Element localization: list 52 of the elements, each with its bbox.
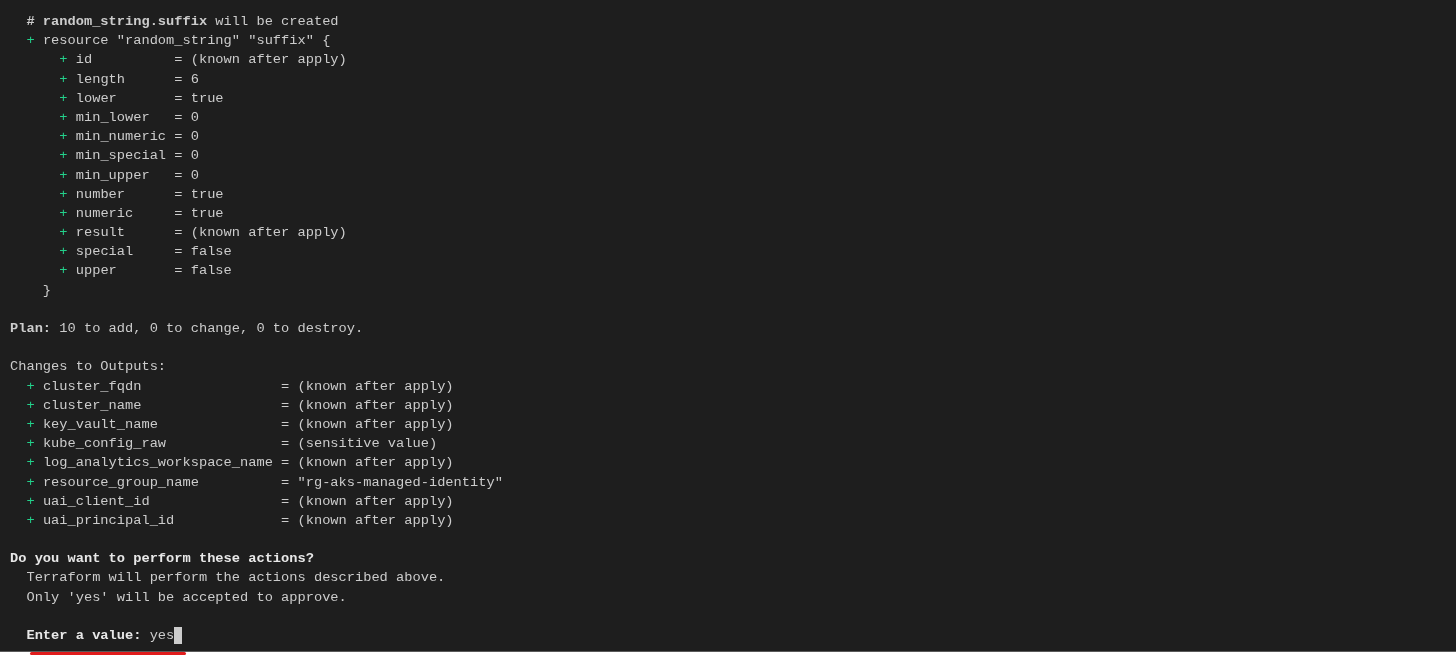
plus-marker: +: [59, 129, 68, 145]
prompt-label: Enter a value:: [26, 628, 142, 643]
plus-marker: +: [59, 52, 68, 68]
terminal-line: Only 'yes' will be accepted to approve.: [25, 589, 347, 605]
terminal-line: kube_config_raw = (sensitive value): [42, 436, 438, 452]
plus-marker: +: [26, 436, 35, 452]
terminal-line: special = false: [75, 244, 232, 260]
input-value[interactable]: yes: [149, 628, 175, 643]
terminal-line: uai_principal_id = (known after apply): [42, 512, 454, 528]
plus-marker: +: [59, 148, 68, 164]
terminal-line: length = 6: [75, 71, 199, 87]
plus-marker: +: [59, 205, 68, 221]
terminal-line: min_lower = 0: [75, 109, 199, 125]
plus-marker: +: [59, 244, 68, 260]
terminal-line: resource "random_string" "suffix" {: [42, 33, 331, 49]
plus-marker: +: [59, 167, 68, 183]
plus-marker: +: [59, 225, 68, 241]
terminal-line: Plan: 10 to add, 0 to change, 0 to destroy.: [10, 321, 364, 336]
terminal-line: numeric = true: [75, 205, 224, 221]
terminal-line: min_upper = 0: [75, 167, 199, 183]
plus-marker: +: [59, 90, 68, 106]
plus-marker: +: [26, 397, 35, 413]
plus-marker: +: [26, 493, 35, 509]
plus-marker: +: [26, 378, 35, 394]
terminal-line: min_numeric = 0: [75, 129, 199, 145]
text-cursor: [174, 626, 183, 644]
terminal-line: result = (known after apply): [75, 225, 347, 241]
plus-marker: +: [59, 109, 68, 125]
plus-marker: +: [26, 512, 35, 528]
closing-brace: }: [42, 282, 52, 298]
plus-marker: +: [26, 474, 35, 490]
terminal-line: upper = false: [75, 263, 232, 279]
plus-marker: +: [59, 263, 68, 279]
plus-marker: +: [26, 33, 35, 49]
plus-marker: +: [59, 186, 68, 202]
terminal-line: number = true: [75, 186, 224, 202]
terminal-line: Changes to Outputs:: [10, 359, 167, 375]
plus-marker: +: [26, 455, 35, 471]
terminal-line: id = (known after apply): [75, 52, 347, 68]
terminal-line: min_special = 0: [75, 148, 199, 164]
terminal-line: key_vault_name = (known after apply): [42, 416, 454, 432]
terminal-line: lower = true: [75, 90, 224, 106]
terminal-line: # random_string.suffix will be created: [25, 14, 339, 29]
prompt-question: Do you want to perform these actions?: [10, 551, 314, 567]
terminal-line: uai_client_id = (known after apply): [42, 493, 454, 509]
terminal-line: log_analytics_workspace_name = (known after apply): [42, 455, 454, 471]
terminal-line: cluster_name = (known after apply): [42, 397, 454, 413]
plus-marker: +: [26, 416, 35, 432]
plus-marker: +: [59, 71, 68, 87]
terminal-line: Terraform will perform the actions described above.: [25, 570, 446, 586]
terminal-line: resource_group_name = "rg-aks-managed-identity": [42, 474, 503, 490]
terminal-line: cluster_fqdn = (known after apply): [42, 378, 454, 394]
